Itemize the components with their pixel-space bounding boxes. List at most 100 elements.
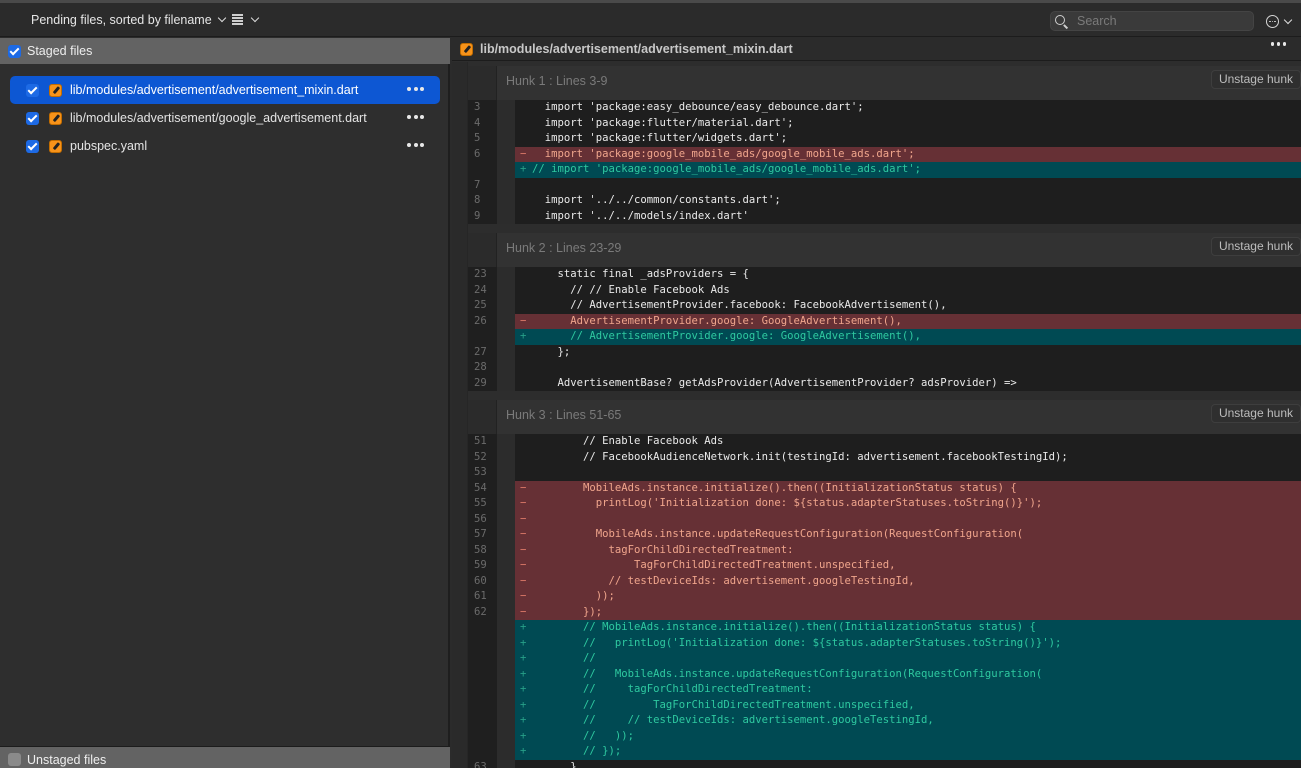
ellipsis-circle-icon — [1266, 15, 1279, 28]
line-number — [468, 713, 497, 729]
context-line: 4 import 'package:flutter/material.dart'… — [468, 115, 1301, 131]
context-line: 27 }; — [468, 344, 1301, 360]
removed-line: 56 − — [468, 511, 1301, 527]
new-line-number — [497, 131, 515, 147]
diff-sign: − — [515, 496, 532, 512]
unstage-hunk-button[interactable]: Unstage hunk — [1210, 70, 1301, 89]
unstaged-files-checkbox[interactable] — [8, 753, 21, 766]
removed-line: 57 − MobileAds.instance.updateRequestConf… — [468, 527, 1301, 543]
search-field[interactable] — [1050, 11, 1254, 31]
view-mode-dropdown[interactable] — [232, 13, 260, 25]
new-line-number — [497, 713, 515, 729]
diff-sign: + — [515, 728, 532, 744]
more-options-button[interactable] — [1266, 15, 1293, 28]
code-text: AdvertisementBase? getAdsProvider(Advert… — [532, 376, 1017, 389]
unstaged-files-header[interactable]: Unstaged files — [0, 746, 450, 768]
file-row-more-button[interactable] — [407, 87, 424, 91]
code-text: } — [532, 760, 577, 768]
code-text: import 'package:easy_debounce/easy_debou… — [532, 101, 864, 113]
new-line-number — [497, 434, 515, 450]
added-line: + // AdvertisementProvider.google: Googl… — [468, 329, 1301, 345]
added-line: + // MobileAds.instance.updateRequestCon… — [468, 666, 1301, 682]
new-line-number — [497, 480, 515, 496]
diff-sign: − — [515, 542, 532, 558]
code-text: // FacebookAudienceNetwork.init(testingI… — [532, 450, 1068, 463]
diff-sign — [515, 760, 532, 768]
new-line-number — [497, 728, 515, 744]
added-line: + // // testDeviceIds: advertisement.goo… — [468, 713, 1301, 729]
file-row-more-button[interactable] — [407, 143, 424, 147]
line-number: 59 — [468, 558, 497, 574]
line-number: 60 — [468, 573, 497, 589]
context-line: 52 // FacebookAudienceNetwork.init(testi… — [468, 449, 1301, 465]
file-path: lib/modules/advertisement/advertisement_… — [70, 83, 359, 97]
hunk-title: Hunk 1 : Lines 3-9 — [506, 74, 608, 88]
chevron-down-icon — [250, 13, 260, 22]
modified-file-icon — [49, 139, 62, 153]
file-checkbox[interactable] — [26, 83, 39, 97]
new-line-number — [497, 604, 515, 620]
removed-line: 59 − TagForChildDirectedTreatment.unspeci… — [468, 558, 1301, 574]
context-line: 23 static final _adsProviders = { — [468, 267, 1301, 283]
line-number — [468, 651, 497, 667]
line-number: 27 — [468, 344, 497, 360]
added-line: + // tagForChildDirectedTreatment: — [468, 682, 1301, 698]
new-line-number — [497, 496, 515, 512]
file-checkbox[interactable] — [26, 139, 39, 153]
removed-line: 6 − import 'package:google_mobile_ads/goo… — [468, 146, 1301, 162]
staged-files-header[interactable]: Staged files — [0, 38, 450, 64]
line-number — [468, 635, 497, 651]
new-line-number — [497, 449, 515, 465]
diff-view[interactable]: Hunk 1 : Lines 3-9 Unstage hunk 3 import '… — [452, 62, 1301, 768]
code-text: // MobileAds.instance.initialize().then(… — [532, 620, 1301, 636]
line-number: 7 — [468, 177, 497, 193]
file-row-more-button[interactable] — [407, 115, 424, 119]
line-number: 3 — [468, 100, 497, 116]
removed-line: 55 − printLog('Initialization done: ${sta… — [468, 496, 1301, 512]
new-line-number — [497, 298, 515, 314]
code-text: // — [532, 651, 1301, 667]
line-number: 6 — [468, 146, 497, 162]
file-checkbox[interactable] — [26, 111, 39, 125]
hunk-code: 3 import 'package:easy_debounce/easy_deb… — [468, 100, 1301, 224]
new-line-number — [497, 282, 515, 298]
line-number: 51 — [468, 434, 497, 450]
code-text: printLog('Initialization done: ${status.… — [532, 496, 1301, 512]
code-text: // import 'package:google_mobile_ads/goo… — [532, 162, 1301, 178]
file-row[interactable]: pubspec.yaml — [10, 132, 440, 160]
diff-sign: − — [515, 604, 532, 620]
diff-margin — [452, 62, 468, 768]
search-input[interactable] — [1077, 14, 1247, 28]
new-line-number — [497, 375, 515, 391]
added-line: +// import 'package:google_mobile_ads/go… — [468, 162, 1301, 178]
new-line-number — [497, 146, 515, 162]
line-number — [468, 620, 497, 636]
added-line: + // }); — [468, 744, 1301, 760]
code-text: // testDeviceIds: advertisement.googleTe… — [532, 573, 1301, 589]
added-line: + // MobileAds.instance.initialize().the… — [468, 620, 1301, 636]
sort-dropdown[interactable]: Pending files, sorted by filename — [31, 13, 226, 27]
diff-sign: + — [515, 651, 532, 667]
unstage-hunk-button[interactable]: Unstage hunk — [1210, 404, 1301, 423]
diff-sign — [515, 193, 532, 209]
new-line-number — [497, 635, 515, 651]
diff-sign: + — [515, 682, 532, 698]
unstage-hunk-button[interactable]: Unstage hunk — [1210, 237, 1301, 256]
line-number: 62 — [468, 604, 497, 620]
hunk-gutter — [468, 400, 497, 434]
new-line-number — [497, 329, 515, 345]
code-text: // )); — [532, 728, 1301, 744]
file-row[interactable]: lib/modules/advertisement/google_adverti… — [10, 104, 440, 132]
diff-panel: lib/modules/advertisement/advertisement_… — [452, 38, 1301, 768]
staged-files-checkbox[interactable] — [8, 44, 21, 58]
file-more-button[interactable] — [1270, 42, 1286, 46]
diff-sign: − — [515, 146, 532, 162]
file-row[interactable]: lib/modules/advertisement/advertisement_… — [10, 76, 440, 104]
line-number — [468, 666, 497, 682]
diff-sign: − — [515, 589, 532, 605]
new-line-number — [497, 208, 515, 224]
added-line: + // — [468, 651, 1301, 667]
diff-sign: + — [515, 162, 532, 178]
new-line-number — [497, 267, 515, 283]
